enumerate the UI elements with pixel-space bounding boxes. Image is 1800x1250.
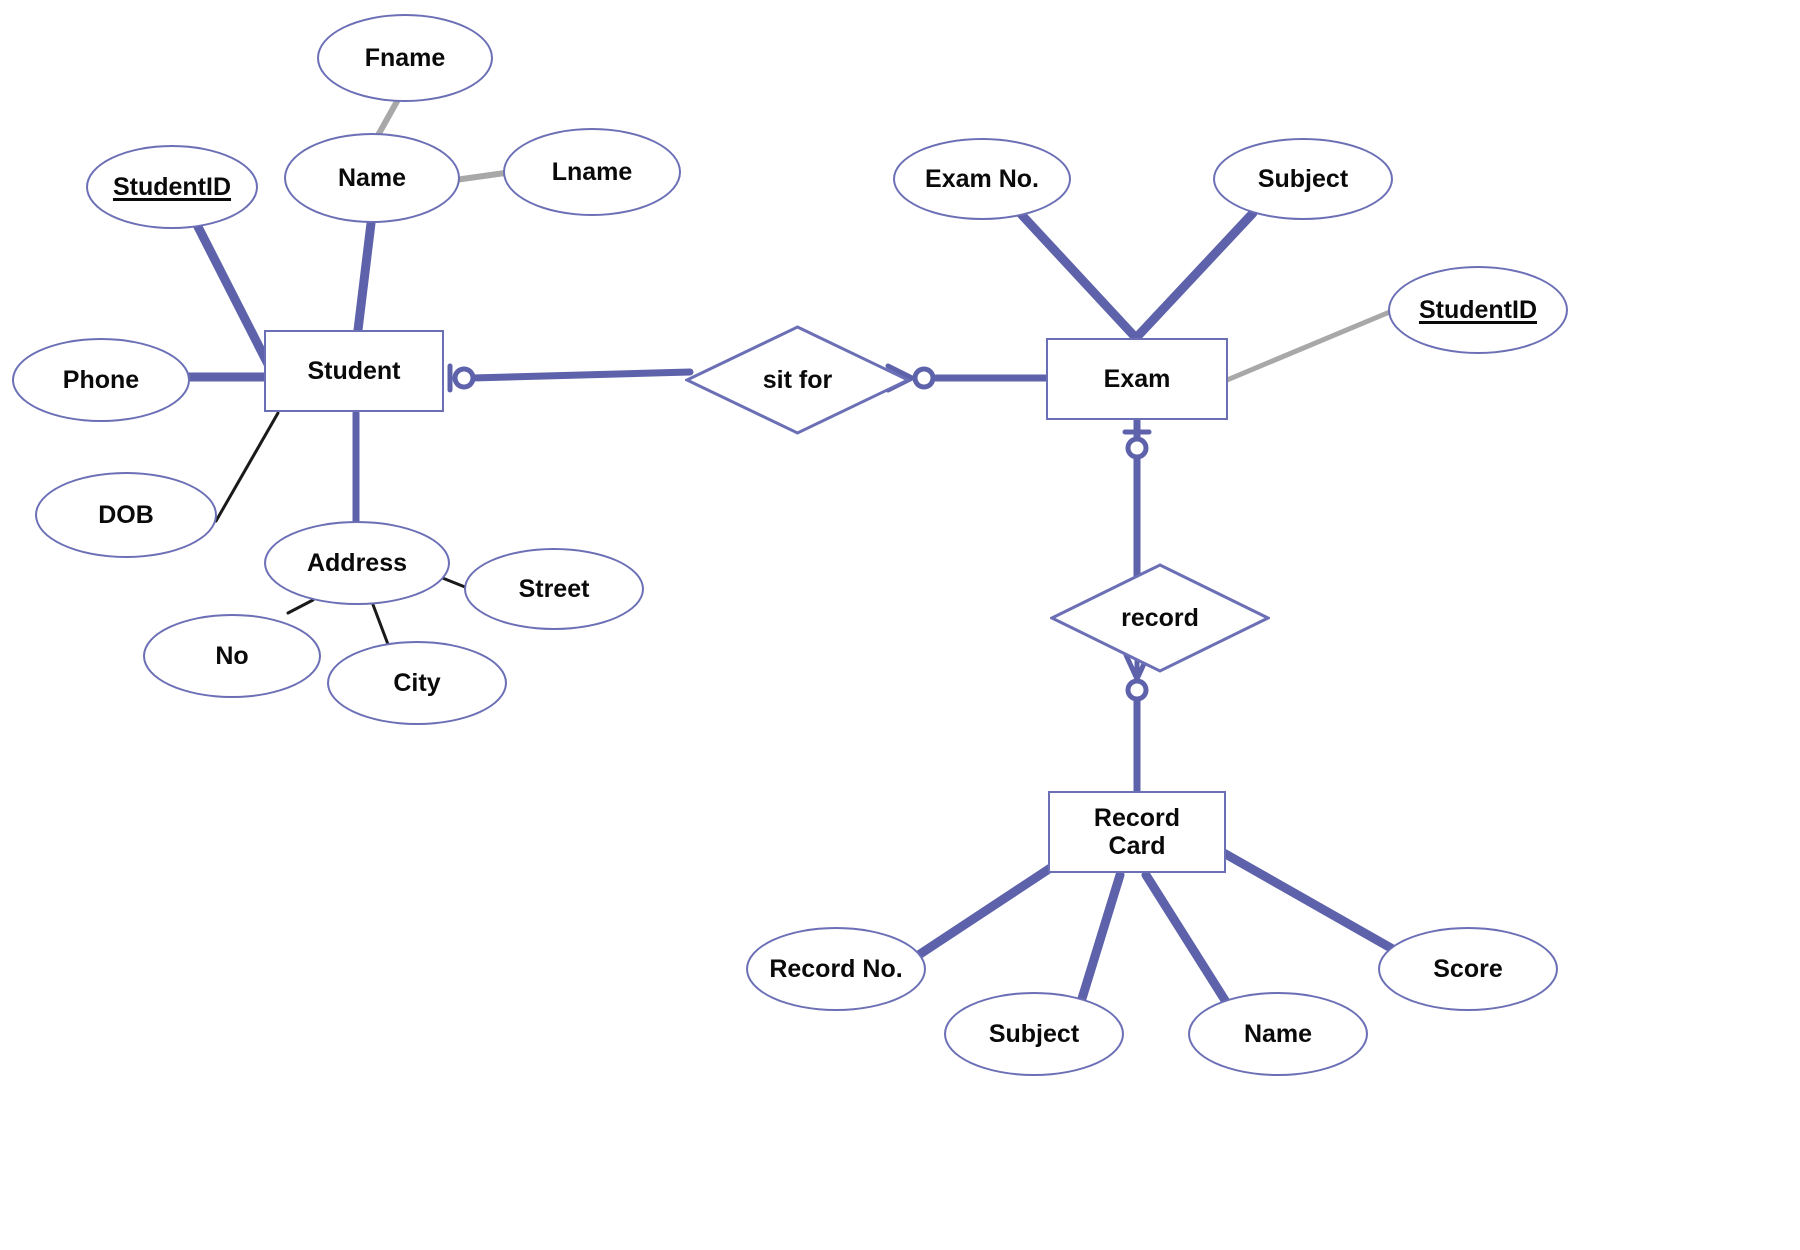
attribute-label: Name: [337, 163, 407, 192]
entity-label: Exam: [1103, 364, 1171, 393]
relationship-record[interactable]: record: [1050, 563, 1270, 673]
er-diagram-canvas: Fname Name Lname StudentID Phone DOB Stu…: [0, 0, 1800, 1250]
link-address-no: [286, 598, 315, 615]
entity-exam[interactable]: Exam: [1046, 338, 1228, 420]
attribute-label: Fname: [364, 43, 446, 72]
link-subject-exam: [1131, 208, 1258, 343]
attribute-rc-name[interactable]: Name: [1188, 992, 1368, 1076]
attribute-label-key: StudentID: [1418, 295, 1538, 324]
link-recordno-card: [903, 860, 1060, 967]
link-examno-exam: [1015, 208, 1141, 343]
link-exam-studentid: [1224, 308, 1395, 383]
attribute-rc-subject[interactable]: Subject: [944, 992, 1124, 1076]
marker-circle-sitfor-exam: [912, 366, 936, 390]
relationship-label: record: [1050, 563, 1270, 673]
entity-record-card[interactable]: Record Card: [1048, 791, 1226, 873]
link-student-sitfor: [468, 368, 694, 382]
marker-circle-record-card: [1125, 678, 1149, 702]
relationship-label: sit for: [685, 325, 910, 435]
entity-label-line2: Card: [1108, 832, 1166, 860]
entity-label: Student: [307, 356, 401, 385]
attribute-exam-no[interactable]: Exam No.: [893, 138, 1071, 220]
link-score-card: [1217, 847, 1410, 961]
attribute-label: City: [393, 668, 441, 697]
attribute-studentid-exam[interactable]: StudentID: [1388, 266, 1568, 354]
attribute-record-no[interactable]: Record No.: [746, 927, 926, 1011]
attribute-label: DOB: [98, 500, 154, 529]
attribute-lname[interactable]: Lname: [503, 128, 681, 216]
link-dob-student: [214, 411, 280, 523]
attribute-label: Phone: [62, 365, 140, 394]
attribute-label: Score: [1433, 954, 1503, 983]
attribute-studentid-student[interactable]: StudentID: [86, 145, 258, 229]
relationship-text: record: [1121, 603, 1199, 632]
link-rcname-card: [1141, 870, 1233, 1010]
attribute-exam-subject[interactable]: Subject: [1213, 138, 1393, 220]
attribute-no[interactable]: No: [143, 614, 321, 698]
attribute-phone[interactable]: Phone: [12, 338, 190, 422]
attribute-name-student[interactable]: Name: [284, 133, 460, 223]
link-studentid-student: [187, 210, 277, 377]
attribute-label: Lname: [551, 157, 633, 186]
attribute-label: No: [215, 641, 249, 670]
attribute-label: Subject: [988, 1019, 1080, 1048]
attribute-address[interactable]: Address: [264, 521, 450, 605]
attribute-label: Exam No.: [925, 164, 1039, 193]
attribute-street[interactable]: Street: [464, 548, 644, 630]
link-rcsubject-card: [1075, 870, 1125, 1010]
entity-student[interactable]: Student: [264, 330, 444, 412]
link-name-student: [353, 210, 377, 335]
attribute-label: Address: [306, 548, 408, 577]
relationship-text: sit for: [762, 365, 833, 394]
attribute-label: Street: [518, 574, 590, 603]
attribute-fname[interactable]: Fname: [317, 14, 493, 102]
attribute-label-key: StudentID: [112, 172, 232, 201]
attribute-city[interactable]: City: [327, 641, 507, 725]
entity-label-line1: Record: [1093, 804, 1181, 832]
attribute-label: Record No.: [769, 954, 903, 983]
marker-circle-exam-record: [1125, 436, 1149, 460]
attribute-rc-score[interactable]: Score: [1378, 927, 1558, 1011]
attribute-label: Subject: [1257, 164, 1349, 193]
attribute-label: Name: [1243, 1019, 1313, 1048]
relationship-sit-for[interactable]: sit for: [685, 325, 910, 435]
attribute-dob[interactable]: DOB: [35, 472, 217, 558]
marker-circle-student-sitfor: [452, 366, 476, 390]
